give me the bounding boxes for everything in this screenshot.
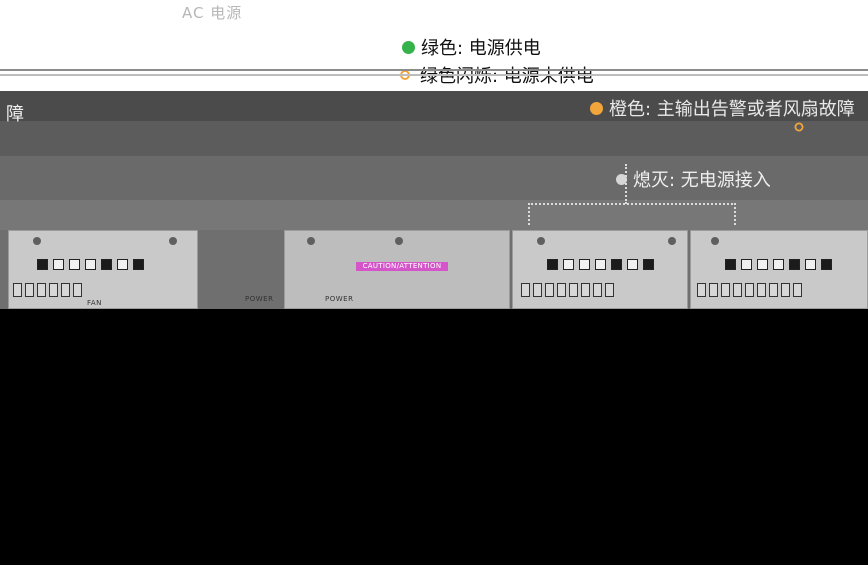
legend-left-partial: 障 xyxy=(6,104,24,125)
screw-icon xyxy=(537,237,545,245)
psu-module-right-1 xyxy=(512,230,688,309)
callout-line-vertical xyxy=(625,164,627,204)
psu-vent-row xyxy=(697,283,802,297)
callout-line-left xyxy=(528,203,530,225)
power-label-1: POWER xyxy=(245,295,274,303)
device-top-edge xyxy=(0,69,868,71)
psu-led-row xyxy=(725,259,832,270)
screw-icon xyxy=(668,237,676,245)
power-label-2: POWER xyxy=(325,295,354,303)
psu-led-row xyxy=(37,259,144,270)
screw-icon xyxy=(307,237,315,245)
device-strip-mid xyxy=(0,121,868,156)
screw-icon xyxy=(169,237,177,245)
legend-off-text: 熄灭: 无电源接入 xyxy=(633,170,771,191)
psu-vent-row xyxy=(13,283,82,297)
caution-label: CAUTION/ATTENTION xyxy=(356,262,448,271)
callout-line-horizontal xyxy=(528,203,736,205)
psu-module-left: FAN xyxy=(8,230,198,309)
legend-orange-text: 橙色: 主输出告警或者风扇故障 xyxy=(609,99,855,120)
screw-icon xyxy=(33,237,41,245)
psu-module-right-2 xyxy=(690,230,868,309)
black-empty-area xyxy=(0,309,868,565)
legend-header-partial: AC 电源 xyxy=(182,4,243,22)
legend-green-on: 绿色: 电源供电 xyxy=(402,34,541,60)
psu-vent-row xyxy=(521,283,614,297)
orange-dot-icon xyxy=(590,101,603,115)
device-panel-strip xyxy=(0,200,868,230)
legend-orange: 橙色: 主输出告警或者风扇故障 xyxy=(590,95,855,121)
blinking-orange-icon xyxy=(790,118,810,134)
device-top-edge-2 xyxy=(0,74,868,76)
screw-icon xyxy=(711,237,719,245)
green-dot-icon xyxy=(402,40,415,54)
psu-led-row xyxy=(547,259,654,270)
legend-green-on-text: 绿色: 电源供电 xyxy=(421,38,541,59)
screw-icon xyxy=(395,237,403,245)
fan-label: FAN xyxy=(87,299,102,307)
legend-off: 熄灭: 无电源接入 xyxy=(616,166,771,192)
callout-line-right xyxy=(734,203,736,225)
